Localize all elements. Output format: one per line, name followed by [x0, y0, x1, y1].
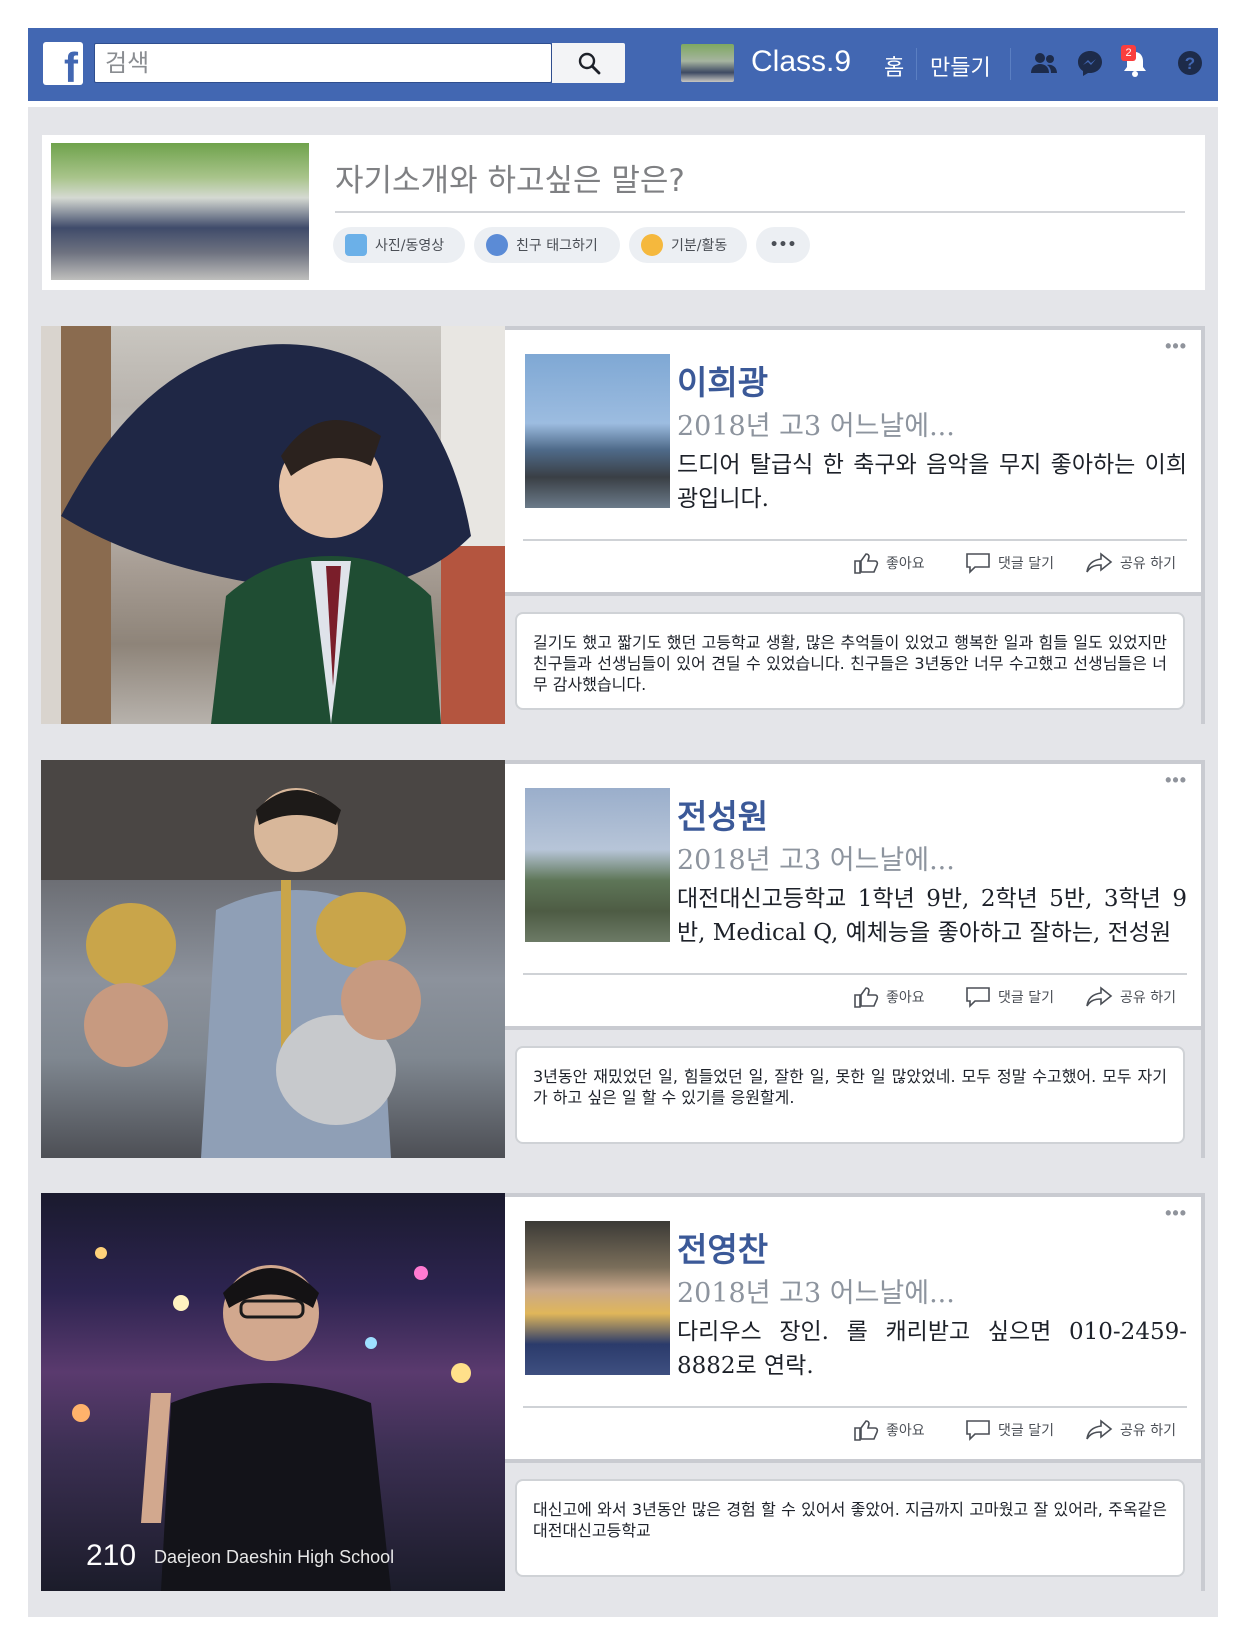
- post-divider: [523, 973, 1187, 975]
- composer-more-button[interactable]: •••: [756, 227, 810, 263]
- composer-divider: [335, 211, 1185, 213]
- comment-icon: [966, 553, 990, 574]
- like-label: 좋아요: [886, 1423, 925, 1439]
- post-action-bar: 좋아요 댓글 달기 공유 하기: [505, 552, 1201, 582]
- feeling-activity-label: 기분/활동: [671, 238, 728, 254]
- post-divider: [523, 539, 1187, 541]
- share-button[interactable]: 공유 하기: [1085, 1419, 1176, 1441]
- top-navigation-bar: f Class.9 홈 만들기 2 ?: [28, 28, 1218, 101]
- post-text: 다리우스 장인. 롤 캐리받고 싶으면 010-2459-8882로 연락.: [677, 1319, 1187, 1379]
- post-message: 3년동안 재밌었던 일, 힘들었던 일, 잘한 일, 못한 일 많았었네. 모두…: [515, 1046, 1185, 1144]
- search-icon: [578, 52, 601, 75]
- nav-create-link[interactable]: 만들기: [930, 50, 991, 82]
- messenger-icon[interactable]: [1074, 47, 1106, 79]
- nav-home-link[interactable]: 홈: [884, 50, 904, 82]
- profile-avatar[interactable]: [681, 44, 734, 82]
- post-options-button[interactable]: •••: [1165, 1203, 1187, 1224]
- comment-label: 댓글 달기: [998, 556, 1054, 572]
- share-icon: [1086, 552, 1113, 573]
- photo-icon: [345, 234, 367, 256]
- comment-button[interactable]: 댓글 달기: [965, 552, 1054, 574]
- nav-divider: [1010, 48, 1011, 80]
- post-author-name[interactable]: 전성원: [677, 790, 768, 838]
- like-label: 좋아요: [886, 990, 925, 1006]
- comment-icon: [966, 987, 990, 1008]
- post-author-name[interactable]: 이희광: [677, 356, 768, 404]
- page-number: 210: [86, 1539, 137, 1572]
- post-header: ••• 전성원 2018년 고3 어느날에... 대전대신고등학교 1학년 9반…: [505, 764, 1201, 1026]
- comment-label: 댓글 달기: [998, 990, 1054, 1006]
- post-options-button[interactable]: •••: [1165, 336, 1187, 357]
- post-divider: [523, 1406, 1187, 1408]
- share-icon: [1086, 1419, 1113, 1440]
- class-group-photo: [51, 143, 309, 280]
- tag-friends-label: 친구 태그하기: [516, 238, 598, 254]
- post-avatar[interactable]: [525, 1221, 670, 1375]
- post-timestamp: 2018년 고3 어느날에...: [677, 411, 955, 442]
- post-comment-area: 3년동안 재밌었던 일, 힘들었던 일, 잘한 일, 못한 일 많았었네. 모두…: [505, 1026, 1201, 1158]
- post-action-bar: 좋아요 댓글 달기 공유 하기: [505, 986, 1201, 1016]
- post-timestamp: 2018년 고3 어느날에...: [677, 1278, 955, 1309]
- share-icon: [1086, 986, 1113, 1007]
- facebook-logo-icon[interactable]: f: [43, 42, 83, 85]
- post-message: 대신고에 와서 3년동안 많은 경험 할 수 있어서 좋았어. 지금까지 고마웠…: [515, 1479, 1185, 1577]
- nav-divider: [916, 48, 917, 80]
- thumbs-up-icon: [854, 553, 879, 574]
- post-main-photo: [41, 760, 505, 1158]
- comment-button[interactable]: 댓글 달기: [965, 986, 1054, 1008]
- share-label: 공유 하기: [1120, 556, 1176, 572]
- photo-illustration: [72, 1247, 471, 1591]
- tag-friends-button[interactable]: 친구 태그하기: [474, 227, 620, 263]
- post-header: ••• 전영찬 2018년 고3 어느날에... 다리우스 장인. 롤 캐리받고…: [505, 1197, 1201, 1459]
- composer-prompt-input[interactable]: 자기소개와 하고싶은 말은?: [335, 155, 685, 200]
- post-main-photo: [41, 326, 505, 724]
- feeling-activity-button[interactable]: 기분/활동: [629, 227, 747, 263]
- notification-badge: 2: [1121, 45, 1136, 61]
- post-text: 드디어 탈급식 한 축구와 음악을 무지 좋아하는 이희광입니다.: [677, 452, 1187, 512]
- photo-video-label: 사진/동영상: [375, 238, 445, 254]
- like-button[interactable]: 좋아요: [853, 986, 925, 1008]
- post-avatar[interactable]: [525, 354, 670, 508]
- post-action-bar: 좋아요 댓글 달기 공유 하기: [505, 1419, 1201, 1449]
- search-field[interactable]: [94, 43, 552, 83]
- photo-video-button[interactable]: 사진/동영상: [333, 227, 465, 263]
- post-card: ••• 이희광 2018년 고3 어느날에... 드디어 탈급식 한 축구와 음…: [505, 326, 1205, 724]
- thumbs-up-icon: [854, 1420, 879, 1441]
- smiley-icon: [641, 234, 663, 256]
- post-message: 길기도 했고 짧기도 했던 고등학교 생활, 많은 추억들이 있었고 행복한 일…: [515, 612, 1185, 710]
- share-label: 공유 하기: [1120, 990, 1176, 1006]
- like-label: 좋아요: [886, 556, 925, 572]
- friend-requests-icon[interactable]: [1028, 47, 1060, 79]
- svg-text:?: ?: [1185, 54, 1195, 73]
- post-card: ••• 전영찬 2018년 고3 어느날에... 다리우스 장인. 롤 캐리받고…: [505, 1193, 1205, 1591]
- comment-button[interactable]: 댓글 달기: [965, 1419, 1054, 1441]
- profile-name-link[interactable]: Class.9: [751, 45, 851, 79]
- more-dots-icon: •••: [769, 237, 797, 253]
- post-text: 대전대신고등학교 1학년 9반, 2학년 5반, 3학년 9반, Medical…: [677, 886, 1187, 946]
- thumbs-up-icon: [854, 987, 879, 1008]
- tag-friends-icon: [486, 234, 508, 256]
- like-button[interactable]: 좋아요: [853, 552, 925, 574]
- search-input[interactable]: [95, 44, 551, 82]
- post-author-name[interactable]: 전영찬: [677, 1223, 768, 1271]
- comment-icon: [966, 1420, 990, 1441]
- post-timestamp: 2018년 고3 어느날에...: [677, 845, 955, 876]
- photo-illustration: [41, 760, 505, 1158]
- share-label: 공유 하기: [1120, 1423, 1176, 1439]
- comment-label: 댓글 달기: [998, 1423, 1054, 1439]
- share-button[interactable]: 공유 하기: [1085, 986, 1176, 1008]
- post-card: ••• 전성원 2018년 고3 어느날에... 대전대신고등학교 1학년 9반…: [505, 760, 1205, 1158]
- school-name: Daejeon Daeshin High School: [154, 1547, 395, 1567]
- share-button[interactable]: 공유 하기: [1085, 552, 1176, 574]
- like-button[interactable]: 좋아요: [853, 1419, 925, 1441]
- post-avatar[interactable]: [525, 788, 670, 942]
- post-options-button[interactable]: •••: [1165, 770, 1187, 791]
- photo-illustration: [41, 326, 505, 724]
- post-comment-area: 길기도 했고 짧기도 했던 고등학교 생활, 많은 추억들이 있었고 행복한 일…: [505, 592, 1201, 724]
- help-icon[interactable]: ?: [1174, 47, 1206, 79]
- post-main-photo: [41, 1193, 505, 1591]
- search-button[interactable]: [552, 43, 625, 83]
- post-header: ••• 이희광 2018년 고3 어느날에... 드디어 탈급식 한 축구와 음…: [505, 330, 1201, 592]
- post-comment-area: 대신고에 와서 3년동안 많은 경험 할 수 있어서 좋았어. 지금까지 고마웠…: [505, 1459, 1201, 1591]
